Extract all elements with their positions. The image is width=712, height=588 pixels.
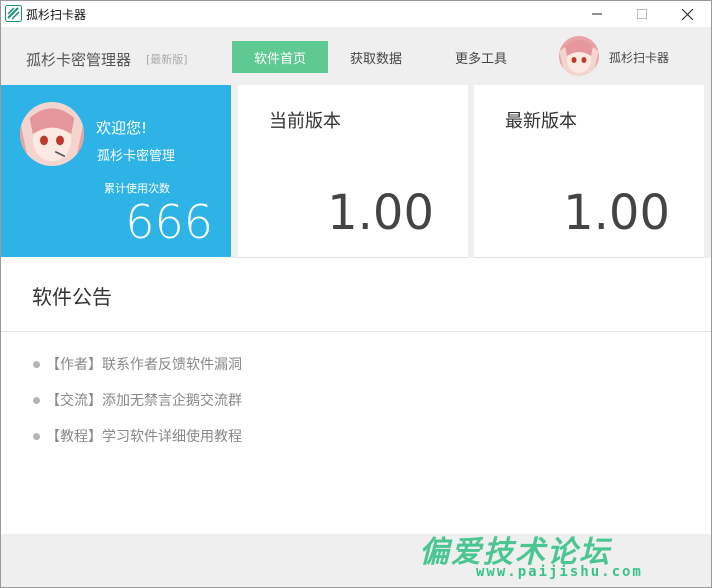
title-bar: 孤杉扫卡器 — [1, 1, 711, 27]
watermark-url: www.paijishu.com — [476, 564, 643, 580]
welcome-text: 欢迎您! — [96, 119, 148, 137]
minimize-button[interactable] — [574, 1, 620, 27]
usage-count-label: 累计使用次数 — [104, 182, 170, 195]
tab-more-tools[interactable]: 更多工具 — [433, 41, 529, 73]
current-version-label: 当前版本 — [269, 111, 341, 132]
minimize-icon — [592, 13, 602, 15]
latest-version-card: 最新版本 1.00 — [474, 85, 704, 258]
bullet-icon — [33, 432, 40, 440]
bullet-icon — [33, 396, 40, 404]
window-title: 孤杉扫卡器 — [26, 8, 87, 22]
list-item[interactable]: 【作者】联系作者反馈软件漏洞 — [33, 346, 242, 382]
bullet-icon — [33, 360, 40, 368]
tab-get-data[interactable]: 获取数据 — [328, 41, 424, 73]
app-window: 孤杉扫卡器 孤杉卡密管理器 [最新版] 软件首页 获取数据 更多工具 孤杉扫卡器… — [0, 0, 712, 588]
announcement-list: 【作者】联系作者反馈软件漏洞 【交流】添加无禁言企鹅交流群 【教程】学习软件详细… — [33, 346, 242, 454]
current-version-card: 当前版本 1.00 — [238, 85, 468, 258]
welcome-subtitle: 孤杉卡密管理 — [97, 149, 176, 164]
announcement-text: 【教程】学习软件详细使用教程 — [46, 429, 242, 445]
list-item[interactable]: 【交流】添加无禁言企鹅交流群 — [33, 382, 242, 418]
card-gap — [231, 85, 238, 258]
close-icon — [681, 8, 693, 20]
list-item[interactable]: 【教程】学习软件详细使用教程 — [33, 418, 242, 454]
announcement-title: 软件公告 — [32, 285, 112, 309]
announcement-text: 【作者】联系作者反馈软件漏洞 — [46, 357, 242, 373]
close-button[interactable] — [664, 1, 710, 27]
latest-version-value: 1.00 — [563, 185, 670, 241]
app-logo-icon — [5, 5, 22, 22]
divider — [1, 331, 711, 332]
anime-avatar-icon — [20, 102, 84, 166]
app-header: 孤杉卡密管理器 [最新版] 软件首页 获取数据 更多工具 孤杉扫卡器 — [1, 27, 711, 85]
maximize-button[interactable] — [619, 1, 665, 27]
usage-count-value: 666 — [125, 195, 213, 249]
version-tag: [最新版] — [146, 53, 188, 66]
brand-title: 孤杉卡密管理器 — [26, 51, 132, 69]
card-gap — [704, 85, 711, 258]
user-avatar[interactable] — [559, 36, 599, 76]
anime-avatar-icon — [559, 36, 599, 76]
welcome-card: 欢迎您! 孤杉卡密管理 累计使用次数 666 — [1, 85, 231, 257]
current-version-value: 1.00 — [327, 185, 434, 241]
maximize-icon — [637, 9, 647, 19]
tab-home[interactable]: 软件首页 — [232, 41, 328, 73]
latest-version-label: 最新版本 — [505, 111, 577, 132]
announcement-text: 【交流】添加无禁言企鹅交流群 — [46, 393, 242, 409]
user-name[interactable]: 孤杉扫卡器 — [609, 49, 669, 66]
profile-avatar — [20, 102, 84, 166]
